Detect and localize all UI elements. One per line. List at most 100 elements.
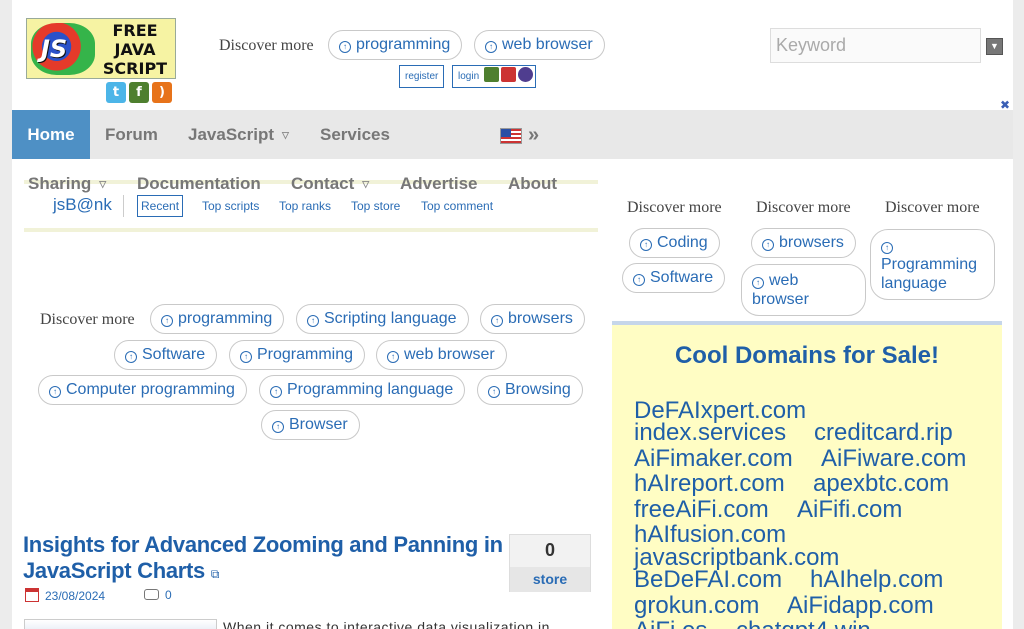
article-title-text: Insights for Advanced Zooming and Pannin… [23, 532, 503, 583]
main-pill-browser[interactable]: ↑ Browser [261, 410, 360, 440]
domain-link[interactable]: AiFifi.com [797, 496, 902, 524]
domain-link[interactable]: freeAiFi.com [634, 496, 769, 524]
main-pill-programming-language[interactable]: ↑ Programming language [259, 375, 466, 405]
main-pill-computer-programming[interactable]: ↑ Computer programming [38, 375, 247, 405]
nav-forum[interactable]: Forum [105, 110, 158, 159]
domain-link[interactable]: BeDeFAI.com [634, 566, 782, 594]
subnav-sharing[interactable]: Sharing ▽ [28, 174, 106, 194]
pill-label: programming [356, 36, 451, 53]
pill-label: Computer programming [66, 381, 235, 398]
discover-icon: ↑ [762, 239, 774, 251]
search-input[interactable]: Keyword [770, 28, 981, 63]
main-pill-programming[interactable]: ↑ programming [150, 304, 285, 334]
calendar-icon [25, 588, 39, 602]
tab-top-store[interactable]: Top store [351, 199, 400, 213]
sidebar-pill-software[interactable]: ↑ Software [622, 263, 726, 293]
subnav-sharing-label: Sharing [28, 174, 92, 193]
domain-link[interactable]: apexbtc.com [813, 470, 949, 498]
domain-link[interactable]: index.services [634, 419, 786, 447]
nav-javascript[interactable]: JavaScript ▽ [188, 110, 289, 159]
nav-services[interactable]: Services [320, 110, 390, 159]
sidebar-discover-label-1: Discover more [627, 199, 722, 216]
js-logo-mark: JS [31, 23, 95, 75]
facebook-icon[interactable]: f [129, 82, 149, 103]
domain-link[interactable]: grokun.com [634, 592, 759, 620]
article-title[interactable]: Insights for Advanced Zooming and Pannin… [23, 532, 503, 587]
discover-icon: ↑ [272, 421, 284, 433]
tab-recent[interactable]: Recent [137, 195, 184, 217]
article-comments[interactable]: 0 [144, 588, 172, 602]
subnav-contact[interactable]: Contact ▽ [291, 174, 369, 194]
domain-link[interactable]: AiFidapp.com [787, 592, 934, 620]
domains-ad: Cool Domains for Sale! DeFAIxpert.com in… [612, 321, 1002, 629]
tab-top-comment[interactable]: Top comment [421, 199, 493, 213]
discover-icon: ↑ [307, 315, 319, 327]
social-links: t f ) [106, 82, 172, 103]
header-discover-label: Discover more [219, 37, 314, 54]
sidebar-discover-label-2: Discover more [756, 199, 851, 216]
comment-icon [144, 589, 159, 600]
tab-top-scripts[interactable]: Top scripts [202, 199, 259, 213]
pill-label: web browser [502, 36, 593, 53]
pill-label: Programming language [881, 256, 978, 292]
domain-link[interactable]: AiFi.es [634, 617, 707, 629]
nav-javascript-label: JavaScript [188, 125, 274, 144]
twitter-icon[interactable]: t [106, 82, 126, 103]
pill-label: Programming language [287, 381, 454, 398]
site-logo[interactable]: JS FREE JAVA SCRIPT [26, 18, 176, 79]
discover-icon: ↑ [485, 41, 497, 53]
caret-down-icon: ▽ [362, 179, 370, 189]
header-pill-web-browser[interactable]: ↑ web browser [474, 30, 605, 60]
comment-count: 0 [165, 588, 172, 602]
store-counter[interactable]: 0 store [509, 534, 591, 592]
article-excerpt: When it comes to interactive data visual… [223, 619, 550, 629]
sidebar-pill-coding[interactable]: ↑ Coding [629, 228, 720, 258]
discover-icon: ↑ [752, 277, 764, 289]
facebook-login-icon[interactable] [483, 67, 499, 82]
subnav-documentation[interactable]: Documentation [137, 174, 261, 194]
login-button[interactable]: login [452, 65, 536, 88]
logo-mark-text: JS [41, 35, 68, 63]
sidebar-pill-browsers[interactable]: ↑ browsers [751, 228, 856, 258]
store-label: store [510, 567, 590, 592]
subnav-about[interactable]: About [508, 174, 557, 194]
pill-label: Browsing [505, 381, 571, 398]
domain-link[interactable]: chatgpt4.win [736, 617, 871, 629]
logo-word-free: FREE [112, 21, 158, 40]
domain-link[interactable]: hAIhelp.com [810, 566, 943, 594]
login-label: login [458, 71, 480, 82]
sidebar-pill-programming-language[interactable]: ↑ Programming language [870, 229, 995, 300]
article-thumbnail[interactable] [24, 619, 217, 629]
tab-top-ranks[interactable]: Top ranks [279, 199, 331, 213]
main-pill-browsing[interactable]: ↑ Browsing [477, 375, 583, 405]
pill-label: Coding [657, 234, 708, 251]
domain-link[interactable]: AiFiware.com [821, 445, 966, 473]
nav-home[interactable]: Home [12, 110, 90, 159]
search-dropdown-icon[interactable]: ▼ [986, 38, 1003, 55]
subnav-advertise[interactable]: Advertise [400, 174, 477, 194]
main-pill-software[interactable]: ↑ Software [114, 340, 218, 370]
rss-icon[interactable]: ) [152, 82, 172, 103]
discover-icon: ↑ [270, 386, 282, 398]
external-link-icon[interactable]: ⧉ [211, 567, 220, 581]
main-discover-label: Discover more [40, 311, 135, 328]
caret-down-icon: ▽ [282, 130, 289, 140]
main-pill-browsers[interactable]: ↑ browsers [480, 304, 585, 334]
domain-link[interactable]: creditcard.rip [814, 419, 953, 447]
language-more[interactable]: » [528, 124, 539, 147]
main-pill-programming[interactable]: ↑ Programming [229, 340, 366, 370]
register-button[interactable]: register [399, 65, 445, 88]
article-date: 23/08/2024 [25, 588, 105, 603]
us-flag-icon[interactable] [500, 128, 522, 144]
sidebar-pill-web-browser[interactable]: ↑ web browser [741, 264, 866, 316]
header-pill-programming[interactable]: ↑ programming [328, 30, 463, 60]
domain-link[interactable]: hAIreport.com [634, 470, 785, 498]
domain-link[interactable]: AiFimaker.com [634, 445, 793, 473]
main-pill-web-browser[interactable]: ↑ web browser [376, 340, 507, 370]
brand-jsbank[interactable]: jsB@nk [53, 195, 112, 215]
pill-label: Software [142, 346, 206, 363]
yahoo-login-icon[interactable] [517, 67, 533, 82]
discover-icon: ↑ [161, 315, 173, 327]
main-pill-scripting-language[interactable]: ↑ Scripting language [296, 304, 469, 334]
google-login-icon[interactable] [500, 67, 516, 82]
